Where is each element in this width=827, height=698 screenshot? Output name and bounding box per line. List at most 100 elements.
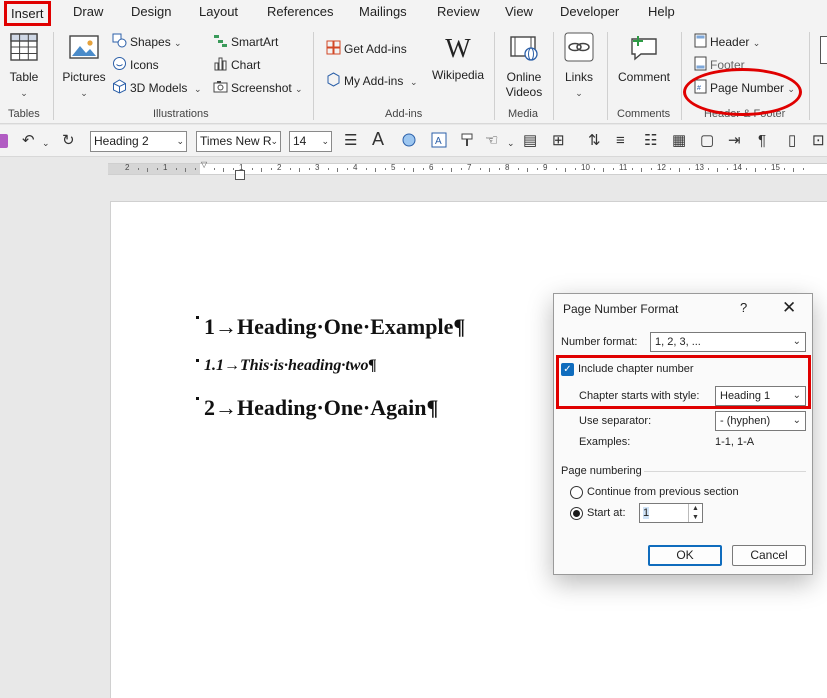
number-format-value: 1, 2, 3, ... [655, 336, 701, 348]
document-icon[interactable]: ▢ [700, 132, 714, 150]
table-button[interactable]: Table ⌄ [6, 32, 42, 101]
save-icon[interactable] [0, 134, 8, 148]
ribbon-tab-bar: Insert Draw Design Layout References Mai… [0, 0, 827, 26]
paragraph-icon[interactable]: ☰ [344, 132, 357, 150]
ruler-tick-mark [688, 168, 690, 170]
icons-button[interactable]: Icons [112, 56, 159, 74]
chevron-down-icon: ⌄ [321, 136, 329, 146]
tab-developer[interactable]: Developer [560, 4, 619, 19]
ruler-tick-mark [669, 168, 671, 170]
insert-text-icon[interactable]: ⊞ [552, 132, 565, 150]
left-indent-marker[interactable] [235, 170, 245, 180]
close-button[interactable]: ✕ [782, 298, 796, 318]
tab-references[interactable]: References [267, 4, 333, 19]
touch-mode-icon[interactable]: ☜ [485, 132, 498, 150]
group-divider [494, 32, 495, 120]
tab-draw[interactable]: Draw [73, 4, 103, 19]
ruler-tick-label: 4 [353, 163, 358, 172]
export-icon[interactable]: ⇥ [728, 132, 741, 150]
heading-1-paragraph[interactable]: 1→Heading·One·Example¶ [196, 314, 465, 340]
help-button[interactable]: ? [740, 300, 747, 315]
highlight-icon[interactable] [401, 132, 417, 153]
show-marks-icon[interactable]: ¶ [758, 132, 766, 150]
continue-radio[interactable] [570, 486, 583, 499]
chevron-down-icon: ⌄ [176, 136, 184, 146]
tab-layout[interactable]: Layout [199, 4, 238, 19]
chevron-down-icon: ⌄ [80, 88, 88, 98]
screenshot-label: Screenshot [231, 81, 292, 96]
format-painter-icon[interactable] [460, 132, 476, 153]
tab-mailings[interactable]: Mailings [359, 4, 407, 19]
chapter-number-highlight-box [556, 355, 811, 409]
tab-help[interactable]: Help [648, 4, 675, 19]
wikipedia-button[interactable]: W Wikipedia [430, 34, 486, 83]
online-videos-label-1: Online [506, 70, 542, 84]
ruler-tick-mark [147, 168, 148, 172]
chevron-down-icon: ⌄ [410, 77, 418, 88]
tab-design[interactable]: Design [131, 4, 171, 19]
spin-arrows-icon[interactable]: ▲ ▼ [688, 504, 702, 522]
cube-icon [112, 79, 127, 99]
header-label: Header [710, 35, 750, 50]
first-line-indent-marker[interactable]: ▽ [201, 160, 207, 169]
heading-2-paragraph[interactable]: 1.1→This·is·heading·two¶ [196, 357, 377, 375]
pages-icon[interactable]: ▤ [523, 132, 537, 150]
redo-icon[interactable]: ↻ [62, 132, 75, 150]
undo-icon[interactable]: ↶ [22, 132, 35, 150]
ruler-tick-mark [802, 168, 804, 170]
online-videos-button[interactable]: Online Videos [500, 34, 548, 100]
font-combo[interactable]: Times New R ⌄ [196, 131, 281, 152]
ruler-tick-mark [270, 168, 272, 170]
tab-review[interactable]: Review [437, 4, 480, 19]
paragraph-mark [196, 316, 199, 319]
font-size-value: 14 [293, 134, 307, 148]
more-icon[interactable]: ⊡ [812, 132, 825, 150]
heading-2-text: 1.1→This·is·heading·two¶ [204, 357, 377, 374]
online-videos-label-2: Videos [505, 85, 543, 99]
my-add-ins-button[interactable]: My Add-ins ⌄ [326, 72, 418, 90]
start-at-input[interactable]: 1 ▲ ▼ [639, 503, 703, 523]
margins-icon[interactable]: ▦ [672, 132, 686, 150]
links-button[interactable]: Links ⌄ [560, 32, 598, 101]
font-size-combo[interactable]: 14 ⌄ [289, 131, 332, 152]
smartart-button[interactable]: SmartArt [213, 33, 278, 51]
new-page-icon[interactable]: ▯ [788, 132, 796, 150]
ruler-tick-mark [555, 168, 557, 170]
text-box-icon[interactable] [820, 36, 827, 64]
screenshot-button[interactable]: Screenshot ⌄ [213, 79, 303, 97]
cancel-button[interactable]: Cancel [732, 545, 806, 566]
ruler-tick-mark [793, 168, 794, 172]
comment-button[interactable]: Comment [614, 34, 674, 85]
separator-select[interactable]: - (hyphen) ⌄ [715, 411, 806, 431]
link-icon [560, 32, 598, 66]
font-color-icon[interactable]: A [372, 130, 384, 148]
section-divider [644, 471, 806, 472]
examples-label: Examples: [579, 436, 631, 448]
start-at-radio[interactable] [570, 507, 583, 520]
list-icon[interactable]: ☷ [644, 132, 657, 150]
tab-view[interactable]: View [505, 4, 533, 19]
get-add-ins-button[interactable]: Get Add-ins [326, 40, 407, 58]
text-effects-icon[interactable]: A [431, 132, 447, 153]
3d-models-button[interactable]: 3D Models ⌄ [112, 79, 202, 97]
style-combo[interactable]: Heading 2 ⌄ [90, 131, 187, 152]
sort-icon[interactable]: ⇅ [588, 132, 601, 150]
heading-1-paragraph-2[interactable]: 2→Heading·One·Again¶ [196, 395, 438, 421]
header-button[interactable]: Header ⌄ [694, 33, 760, 51]
separator-label: Use separator: [579, 415, 652, 427]
ok-button[interactable]: OK [648, 545, 722, 566]
chevron-down-icon[interactable]: ⌄ [42, 134, 50, 152]
chevron-down-icon[interactable]: ⌄ [507, 134, 515, 152]
align-left-icon[interactable]: ≡ [616, 132, 625, 150]
group-divider [53, 32, 54, 120]
ruler-tick-mark [451, 168, 452, 172]
tab-insert[interactable]: Insert [4, 1, 51, 26]
ruler-tick-mark [479, 168, 481, 170]
number-format-select[interactable]: 1, 2, 3, ... ⌄ [650, 332, 806, 352]
chevron-down-icon: ⌄ [174, 38, 182, 49]
shapes-button[interactable]: Shapes ⌄ [112, 33, 182, 51]
pictures-button[interactable]: Pictures ⌄ [60, 34, 108, 101]
ruler-tick-label: 7 [467, 163, 472, 172]
chart-button[interactable]: Chart [213, 56, 260, 74]
page-numbering-label: Page numbering [561, 465, 642, 477]
